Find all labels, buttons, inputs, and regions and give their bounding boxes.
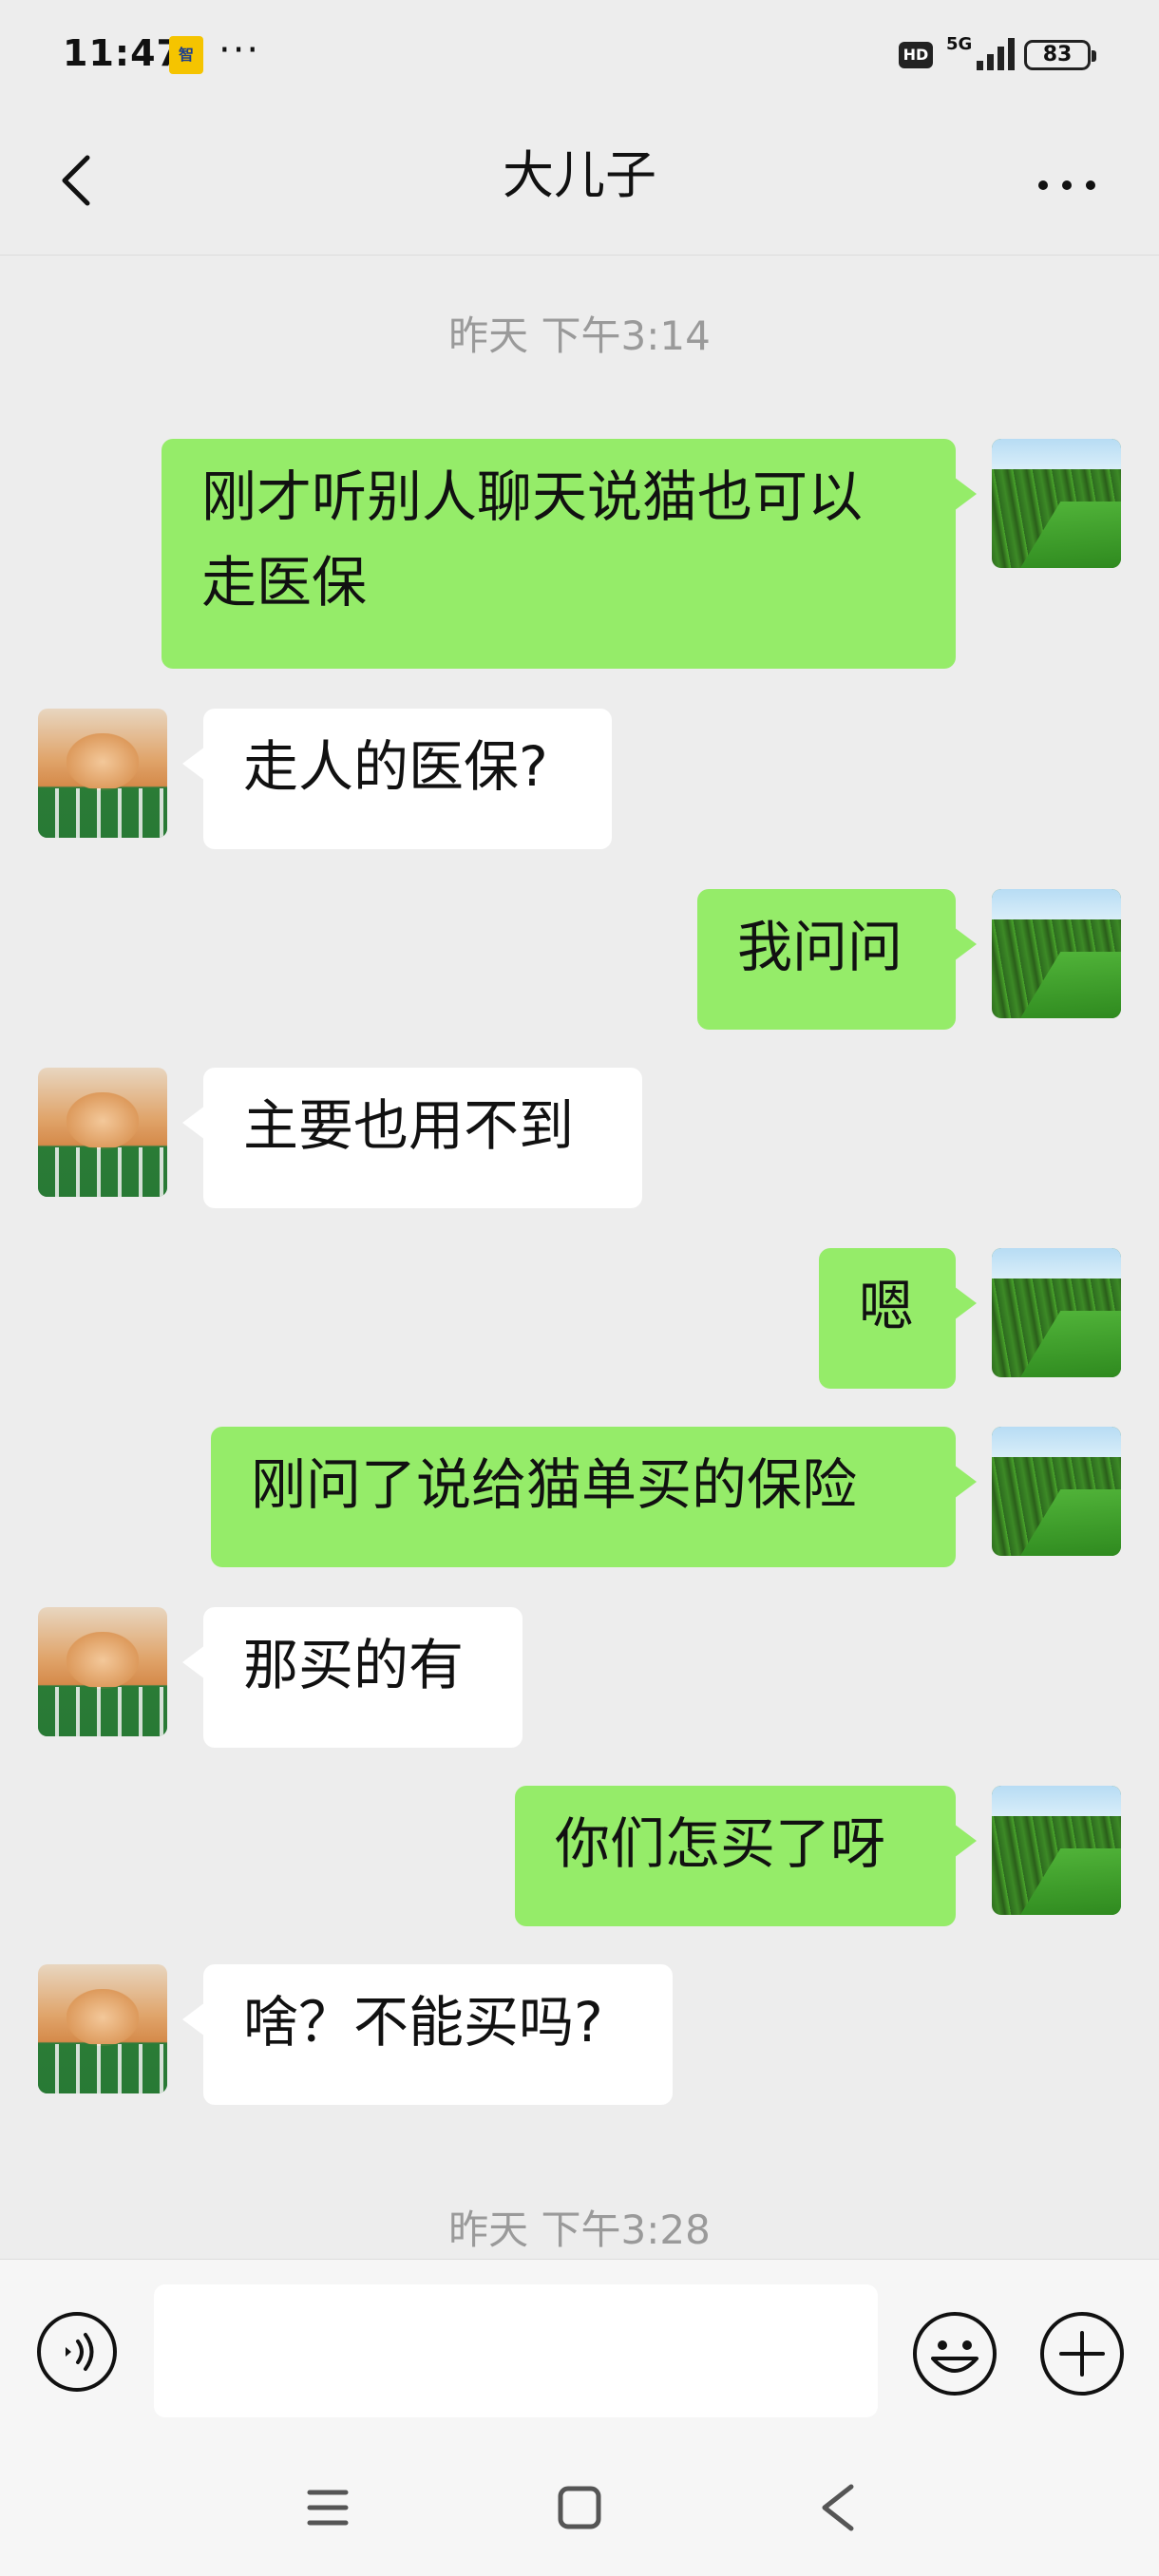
input-bar: [0, 2259, 1159, 2436]
message-bubble[interactable]: 我问问: [697, 889, 977, 1030]
message-bubble[interactable]: 嗯: [819, 1248, 977, 1389]
avatar[interactable]: [992, 1248, 1121, 1377]
plus-icon[interactable]: [1037, 2309, 1127, 2398]
more-dots-icon[interactable]: [1034, 171, 1100, 199]
app-notification-icon: 智: [169, 36, 203, 74]
avatar[interactable]: [992, 1427, 1121, 1556]
timestamp: 昨天 下午3:14: [448, 313, 711, 359]
more-notifications-icon: ···: [218, 28, 261, 72]
signal-icon: [977, 38, 1015, 70]
avatar[interactable]: [992, 889, 1121, 1018]
avatar[interactable]: [38, 1068, 167, 1197]
menu-icon[interactable]: [304, 2487, 352, 2529]
status-time: 11:47: [63, 32, 182, 74]
chat-area[interactable]: 昨天 下午3:14 刚才听别人聊天说猫也可以 走医保 走人的医保? 我问问 主要…: [0, 255, 1159, 2259]
avatar[interactable]: [38, 1964, 167, 2093]
chat-header: 大儿子: [0, 114, 1159, 256]
message-bubble[interactable]: 那买的有: [182, 1607, 522, 1748]
chevron-left-icon[interactable]: [49, 152, 106, 209]
chat-title: 大儿子: [503, 145, 656, 205]
message-bubble[interactable]: 主要也用不到: [182, 1068, 642, 1208]
message-bubble[interactable]: 你们怎买了呀: [515, 1786, 977, 1926]
home-square-icon[interactable]: [555, 2483, 604, 2532]
status-bar: 11:47 智 ··· HD 5G 83: [0, 0, 1159, 114]
hd-badge: HD: [899, 42, 933, 68]
emoji-icon[interactable]: [910, 2309, 999, 2398]
message-bubble[interactable]: 刚问了说给猫单买的保险: [211, 1427, 977, 1567]
back-icon[interactable]: [813, 2481, 861, 2534]
system-nav-bar: [0, 2435, 1159, 2576]
battery-icon: 83: [1024, 40, 1096, 70]
message-bubble[interactable]: 走人的医保?: [182, 709, 612, 849]
avatar[interactable]: [38, 1607, 167, 1736]
message-bubble[interactable]: 刚才听别人聊天说猫也可以 走医保: [162, 439, 977, 669]
message-input[interactable]: [154, 2284, 878, 2417]
avatar[interactable]: [992, 439, 1121, 568]
voice-icon[interactable]: [34, 2309, 120, 2395]
message-bubble[interactable]: 啥？不能买吗?: [182, 1964, 673, 2105]
avatar[interactable]: [992, 1786, 1121, 1915]
network-type: 5G: [946, 34, 973, 54]
avatar[interactable]: [38, 709, 167, 838]
timestamp: 昨天 下午3:28: [448, 2207, 711, 2253]
